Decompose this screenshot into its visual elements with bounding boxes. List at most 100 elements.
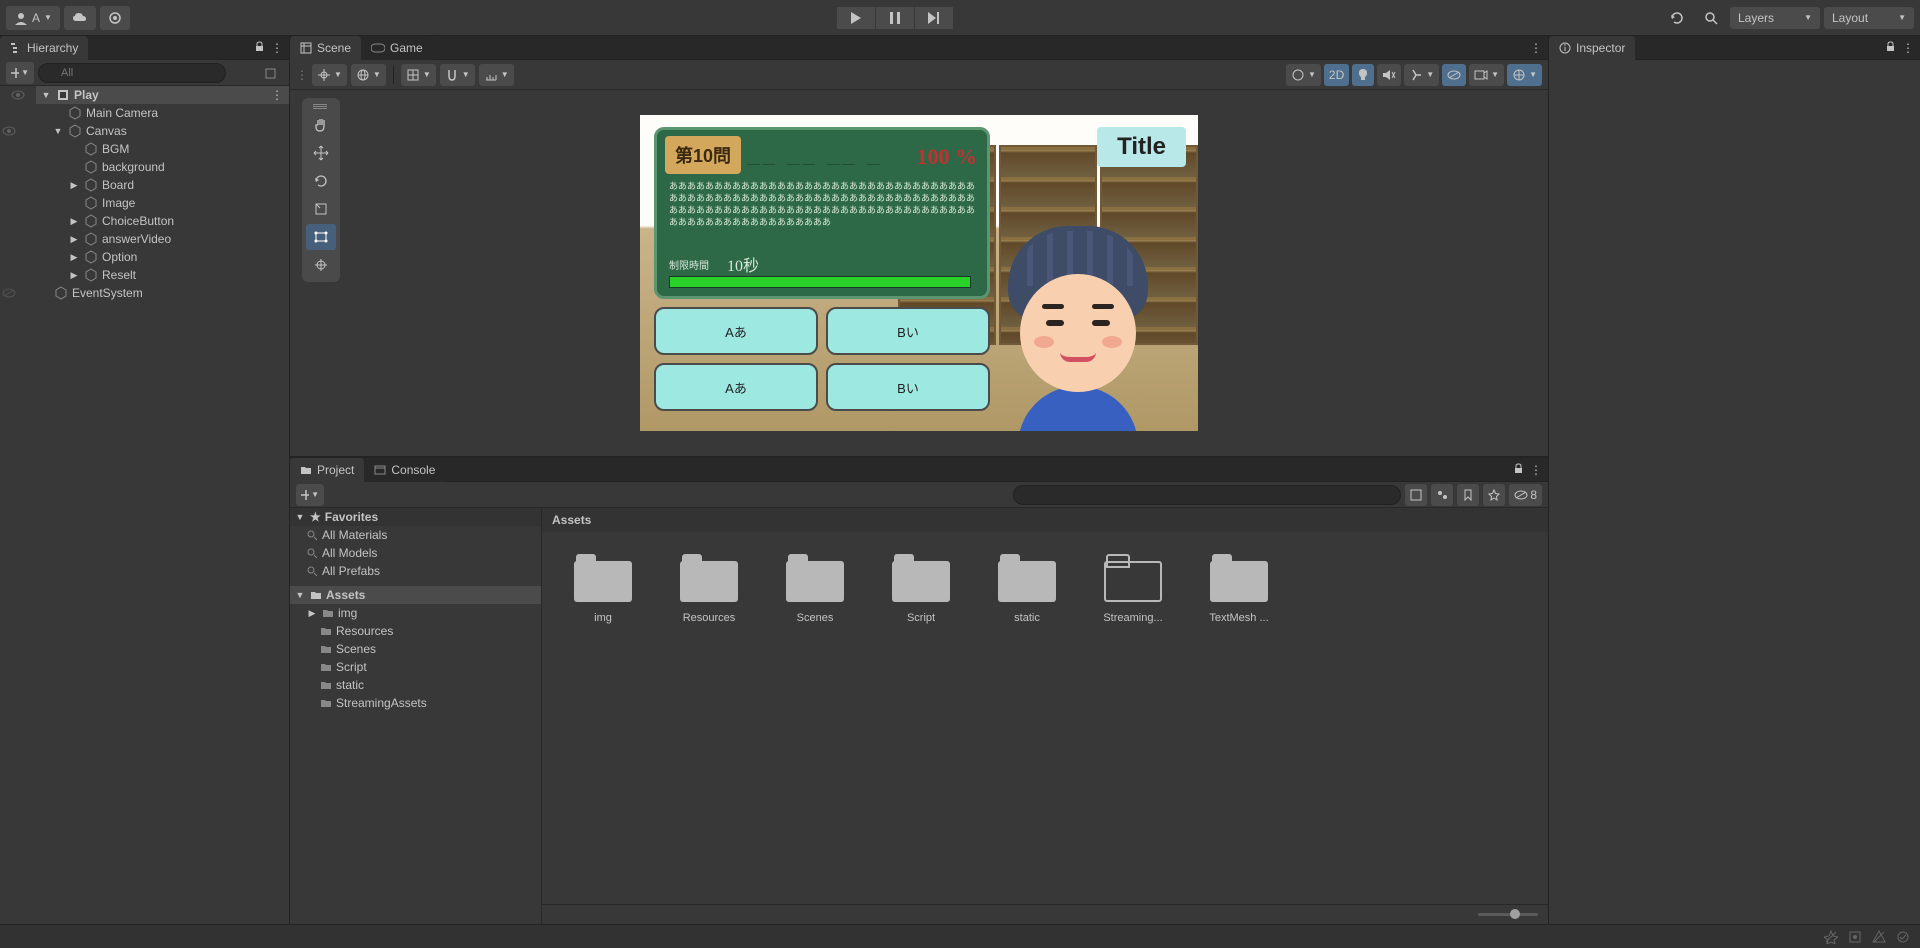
folder-item-script[interactable]: Script xyxy=(290,658,541,676)
undo-history-button[interactable] xyxy=(1662,6,1692,30)
project-tree[interactable]: ▼ ★ Favorites All Materials All Models xyxy=(290,508,542,924)
lock-icon[interactable] xyxy=(254,41,265,55)
cloud-button[interactable] xyxy=(64,6,96,30)
hierarchy-item-bgm[interactable]: BGM xyxy=(36,140,289,158)
hierarchy-tab[interactable]: Hierarchy xyxy=(0,36,88,60)
hierarchy-item-choicebutton[interactable]: ▶ ChoiceButton xyxy=(36,212,289,230)
foldout-icon[interactable]: ▶ xyxy=(68,216,80,227)
assets-header[interactable]: ▼ Assets xyxy=(290,586,541,604)
folder-item-resources[interactable]: Resources xyxy=(290,622,541,640)
folder-item-streamingassets[interactable]: StreamingAssets xyxy=(290,694,541,712)
breadcrumb[interactable]: Assets xyxy=(542,508,1548,532)
foldout-icon[interactable]: ▶ xyxy=(68,234,80,245)
hierarchy-item-main-camera[interactable]: Main Camera xyxy=(36,104,289,122)
hierarchy-item-eventsystem[interactable]: EventSystem xyxy=(18,284,289,302)
hierarchy-item-background[interactable]: background xyxy=(36,158,289,176)
hierarchy-tree[interactable]: ▼ Play ⋮ Main Camera ▼ Canvas xyxy=(0,86,289,924)
status-icon-1[interactable] xyxy=(1824,930,1838,944)
foldout-icon[interactable]: ▶ xyxy=(68,252,80,263)
visibility-icon[interactable] xyxy=(2,288,16,298)
transform-tool-button[interactable] xyxy=(306,252,336,278)
foldout-icon[interactable]: ▼ xyxy=(40,90,52,100)
drag-handle-icon[interactable]: ⋮ xyxy=(296,68,308,82)
snap-button[interactable]: ▼ xyxy=(440,64,475,86)
asset-grid[interactable]: img Resources Scenes Script static Strea… xyxy=(542,532,1548,904)
hierarchy-item-board[interactable]: ▶ Board xyxy=(36,176,289,194)
fx-toggle-button[interactable]: ▼ xyxy=(1404,64,1439,86)
camera-button[interactable]: ▼ xyxy=(1469,64,1504,86)
status-icon-2[interactable] xyxy=(1848,930,1862,944)
rotation-mode-button[interactable]: ▼ xyxy=(351,64,386,86)
asset-folder-scenes[interactable]: Scenes xyxy=(782,554,848,624)
search-by-type-button[interactable] xyxy=(1405,484,1427,506)
foldout-icon[interactable]: ▶ xyxy=(68,270,80,281)
lock-icon[interactable] xyxy=(1885,41,1896,55)
hidden-packages-button[interactable]: 8 xyxy=(1509,484,1542,506)
hierarchy-item-play[interactable]: ▼ Play ⋮ xyxy=(36,86,289,104)
lighting-toggle-button[interactable] xyxy=(1352,64,1374,86)
pause-button[interactable] xyxy=(876,7,914,29)
hierarchy-item-image[interactable]: Image xyxy=(36,194,289,212)
save-search-button[interactable] xyxy=(1457,484,1479,506)
asset-folder-streaming[interactable]: Streaming... xyxy=(1100,554,1166,624)
project-search-input[interactable] xyxy=(1013,485,1401,505)
asset-folder-static[interactable]: static xyxy=(994,554,1060,624)
audio-toggle-button[interactable] xyxy=(1377,64,1401,86)
project-tab[interactable]: Project xyxy=(290,458,364,482)
hierarchy-search-input[interactable] xyxy=(38,63,226,83)
tab-menu-icon[interactable]: ⋮ xyxy=(1902,41,1914,55)
favorite-search-button[interactable] xyxy=(1483,484,1505,506)
pivot-mode-button[interactable]: ▼ xyxy=(312,64,347,86)
hierarchy-item-option[interactable]: ▶ Option xyxy=(36,248,289,266)
foldout-icon[interactable]: ▶ xyxy=(68,180,80,191)
asset-folder-resources[interactable]: Resources xyxy=(676,554,742,624)
visibility-icon[interactable] xyxy=(2,126,16,136)
hierarchy-item-answervideo[interactable]: ▶ answerVideo xyxy=(36,230,289,248)
asset-folder-img[interactable]: img xyxy=(570,554,636,624)
tab-menu-icon[interactable]: ⋮ xyxy=(1530,463,1542,477)
move-tool-button[interactable] xyxy=(306,140,336,166)
step-button[interactable] xyxy=(915,7,953,29)
foldout-icon[interactable]: ▼ xyxy=(52,126,64,136)
play-button[interactable] xyxy=(837,7,875,29)
folder-item-static[interactable]: static xyxy=(290,676,541,694)
2d-toggle-button[interactable]: 2D xyxy=(1324,64,1349,86)
favorite-item-prefabs[interactable]: All Prefabs xyxy=(290,562,541,580)
account-button[interactable]: A ▼ xyxy=(6,6,60,30)
rotate-tool-button[interactable] xyxy=(306,168,336,194)
increment-snap-button[interactable]: ▼ xyxy=(479,64,514,86)
asset-folder-script[interactable]: Script xyxy=(888,554,954,624)
gizmos-toggle-button[interactable]: ▼ xyxy=(1507,64,1542,86)
search-by-label-button[interactable] xyxy=(1431,484,1453,506)
scene-tab[interactable]: Scene xyxy=(290,36,361,60)
palette-drag-handle[interactable] xyxy=(306,102,334,110)
global-search-button[interactable] xyxy=(1696,6,1726,30)
status-icon-4[interactable] xyxy=(1896,930,1910,944)
create-button[interactable]: ▼ xyxy=(296,484,324,506)
scene-viewport[interactable]: Title 第10問 ＿＿ ＿＿ ＿＿ ＿ 100 % ああああああああああああ… xyxy=(290,90,1548,456)
status-icon-3[interactable] xyxy=(1872,930,1886,944)
layout-dropdown[interactable]: Layout ▼ xyxy=(1824,7,1914,29)
tab-menu-icon[interactable]: ⋮ xyxy=(271,41,283,55)
tab-menu-icon[interactable]: ⋮ xyxy=(1530,41,1542,55)
thumbnail-size-slider[interactable] xyxy=(1478,913,1538,916)
lock-icon[interactable] xyxy=(1513,463,1524,477)
draw-mode-button[interactable]: ▼ xyxy=(1286,64,1321,86)
version-control-button[interactable] xyxy=(100,6,130,30)
grid-snap-button[interactable]: ▼ xyxy=(401,64,436,86)
layers-dropdown[interactable]: Layers ▼ xyxy=(1730,7,1820,29)
folder-item-scenes[interactable]: Scenes xyxy=(290,640,541,658)
visibility-toggle-button[interactable] xyxy=(1442,64,1466,86)
favorite-item-models[interactable]: All Models xyxy=(290,544,541,562)
scale-tool-button[interactable] xyxy=(306,196,336,222)
asset-folder-textmesh[interactable]: TextMesh ... xyxy=(1206,554,1272,624)
console-tab[interactable]: Console xyxy=(364,458,445,482)
hand-tool-button[interactable] xyxy=(306,112,336,138)
create-button[interactable]: ▼ xyxy=(6,62,34,84)
visibility-icon[interactable] xyxy=(11,90,25,100)
favorite-item-materials[interactable]: All Materials xyxy=(290,526,541,544)
rect-tool-button[interactable] xyxy=(306,224,336,250)
search-filter-icon[interactable] xyxy=(265,68,276,79)
hierarchy-item-canvas[interactable]: ▼ Canvas xyxy=(18,122,289,140)
favorites-header[interactable]: ▼ ★ Favorites xyxy=(290,508,541,526)
